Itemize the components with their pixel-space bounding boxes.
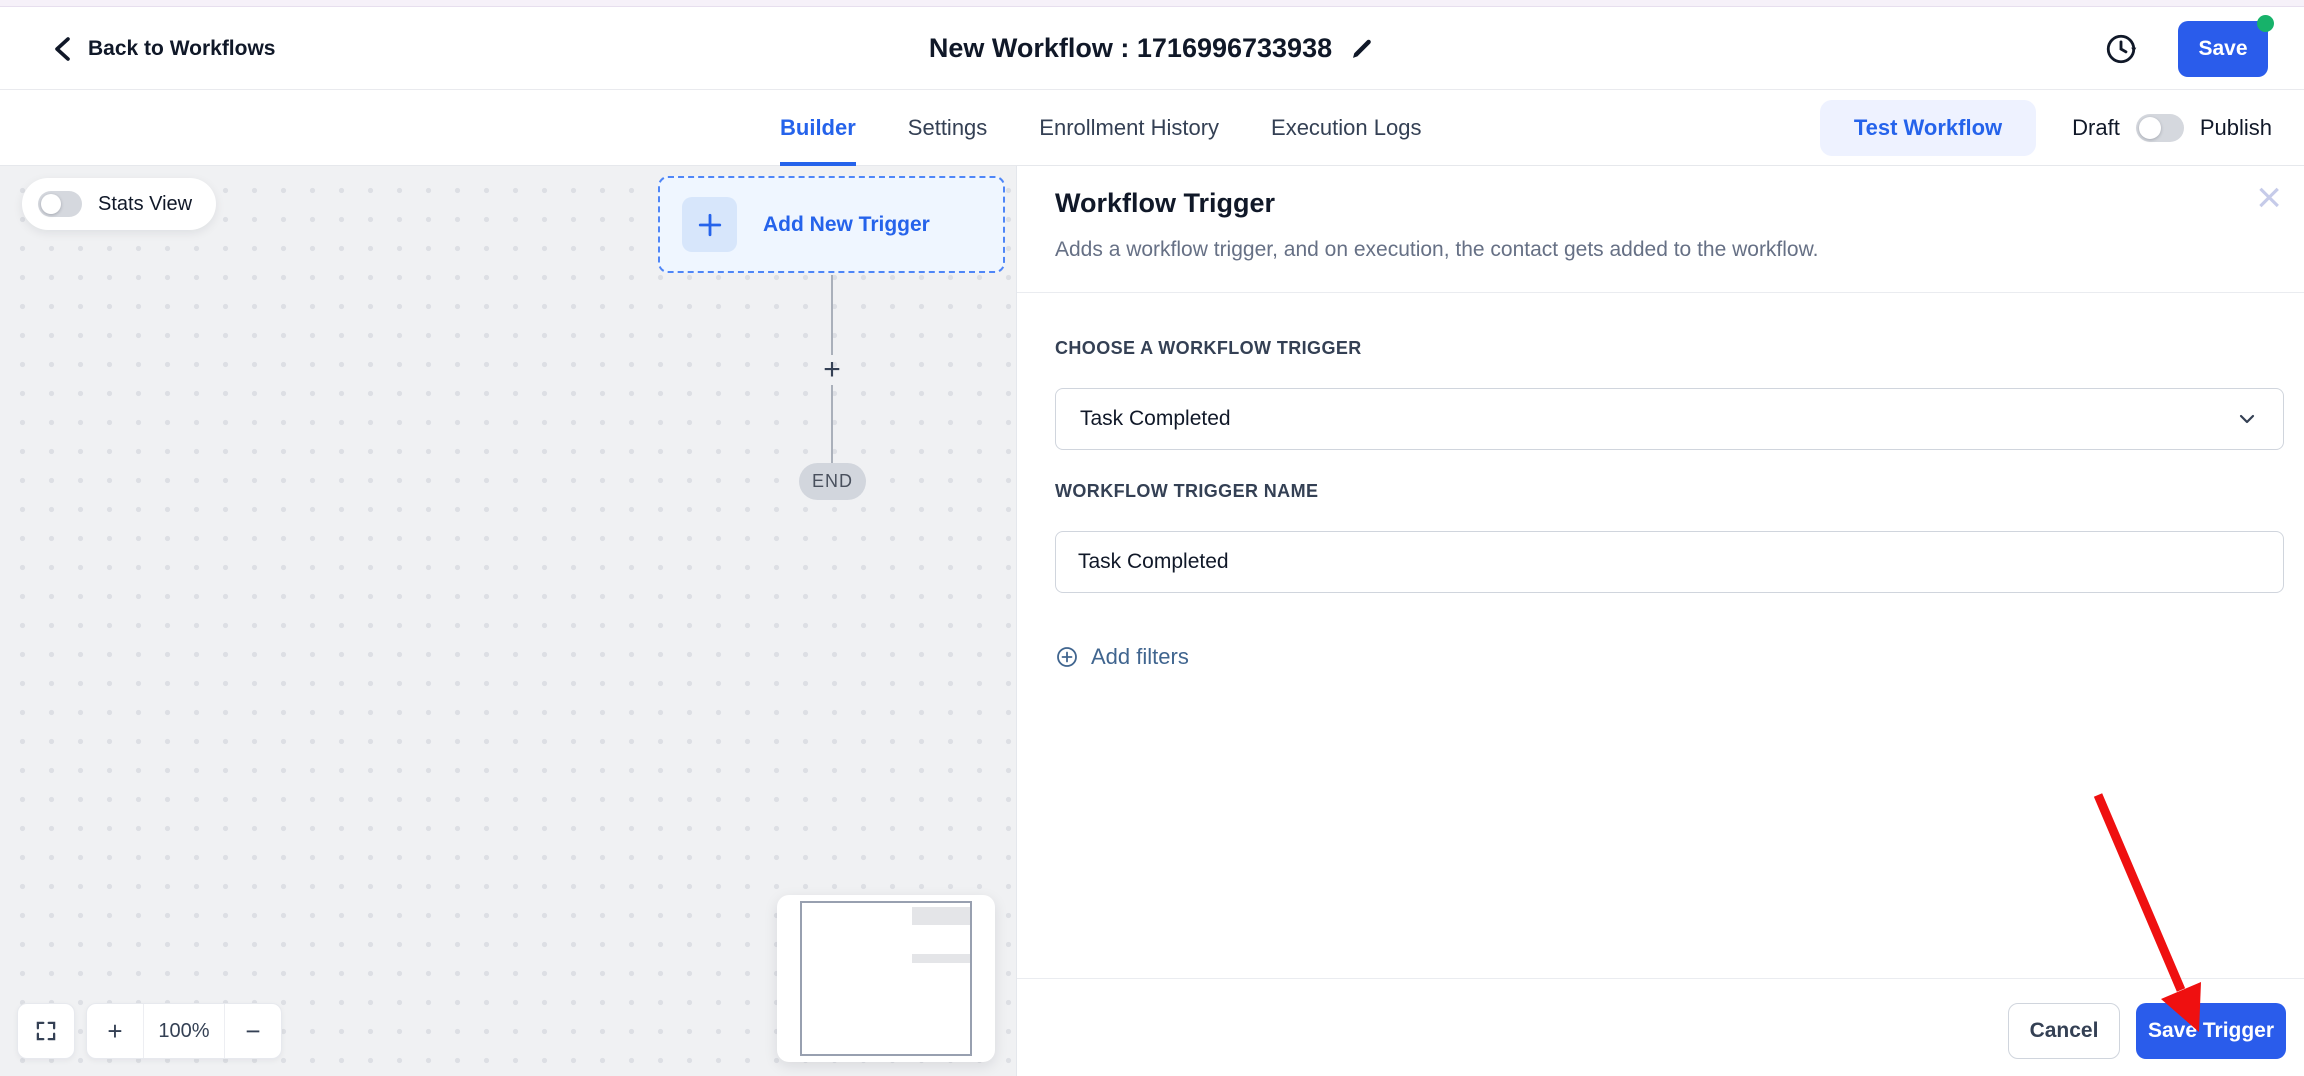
trigger-name-label: WORKFLOW TRIGGER NAME [1055, 481, 1319, 501]
expand-icon [36, 1021, 56, 1041]
back-label: Back to Workflows [88, 36, 276, 60]
add-filters-link[interactable]: Add filters [1055, 644, 1189, 670]
tab-bar-actions: Test Workflow Draft Publish [1819, 90, 2272, 166]
save-button-label: Save [2198, 36, 2248, 60]
trigger-select[interactable]: Task Completed [1055, 388, 2284, 450]
cancel-button[interactable]: Cancel [2008, 1003, 2120, 1059]
add-new-trigger-node[interactable]: Add New Trigger [658, 176, 1005, 273]
unsaved-changes-dot [2257, 14, 2274, 32]
connector-line-top [831, 275, 833, 355]
publish-toggle-knob [2138, 117, 2161, 139]
stats-view-toggle[interactable] [38, 191, 82, 217]
workflow-title: New Workflow : 1716996733938 [929, 7, 1375, 90]
panel-description: Adds a workflow trigger, and on executio… [1055, 238, 1819, 261]
add-new-trigger-label: Add New Trigger [763, 212, 930, 236]
workflow-canvas[interactable]: Stats View Add New Trigger + END + 100% … [0, 166, 1017, 1076]
panel-title: Workflow Trigger [1055, 188, 1276, 218]
save-trigger-button[interactable]: Save Trigger [2136, 1003, 2286, 1059]
minimap-viewport [800, 901, 972, 1056]
trigger-select-label: CHOOSE A WORKFLOW TRIGGER [1055, 338, 1362, 358]
main-content: Stats View Add New Trigger + END + 100% … [0, 166, 2304, 1076]
trigger-name-input[interactable] [1055, 531, 2284, 593]
stats-view-toggle-knob [41, 194, 61, 214]
minimap-end-block [912, 954, 970, 963]
minimap-trigger-block [912, 907, 970, 925]
add-filters-label: Add filters [1091, 644, 1189, 669]
publish-toggle[interactable] [2135, 114, 2184, 142]
stats-view-control: Stats View [22, 178, 217, 230]
trigger-select-value: Task Completed [1080, 407, 1231, 430]
connector-line-bottom [831, 385, 833, 463]
draft-label: Draft [2072, 115, 2120, 140]
tab-bar: Builder Settings Enrollment History Exec… [0, 90, 2304, 166]
tab-settings[interactable]: Settings [908, 90, 988, 166]
zoom-out-button[interactable]: − [224, 1004, 281, 1058]
publish-control: Draft Publish [2072, 114, 2272, 142]
trigger-settings-panel: Workflow Trigger × Adds a workflow trigg… [1017, 166, 2304, 1076]
top-accent-strip [0, 0, 2304, 7]
chevron-left-icon [55, 36, 70, 61]
test-workflow-button[interactable]: Test Workflow [1819, 100, 2037, 156]
plus-icon [682, 197, 737, 252]
publish-label: Publish [2199, 115, 2272, 140]
zoom-level: 100% [158, 1019, 210, 1042]
title-bar: Back to Workflows New Workflow : 1716996… [0, 7, 2304, 90]
tab-execution-logs[interactable]: Execution Logs [1271, 90, 1421, 166]
history-icon[interactable] [2104, 32, 2138, 66]
tab-enrollment-history[interactable]: Enrollment History [1039, 90, 1219, 166]
workflow-title-text: New Workflow : 1716996733938 [928, 33, 1333, 63]
end-node: END [799, 463, 866, 500]
panel-header-divider [1017, 292, 2304, 293]
tab-builder[interactable]: Builder [780, 90, 856, 166]
circle-plus-icon [1057, 647, 1077, 667]
chevron-down-icon [2239, 414, 2255, 424]
minimap[interactable] [777, 895, 995, 1062]
title-bar-actions: Save [2104, 7, 2274, 90]
zoom-in-button[interactable]: + [87, 1004, 144, 1058]
panel-footer-divider [1017, 978, 2304, 979]
save-button[interactable]: Save [2178, 14, 2274, 77]
edit-title-icon[interactable] [1350, 36, 1375, 61]
back-to-workflows-link[interactable]: Back to Workflows [52, 7, 275, 90]
stats-view-label: Stats View [98, 192, 193, 215]
zoom-controls: + 100% − [86, 1003, 282, 1059]
add-step-plus-button[interactable]: + [816, 353, 848, 386]
fit-view-button[interactable] [17, 1003, 75, 1059]
app-root: Back to Workflows New Workflow : 1716996… [0, 0, 2304, 1076]
tabs: Builder Settings Enrollment History Exec… [780, 90, 1421, 166]
close-icon[interactable]: × [2256, 176, 2282, 220]
